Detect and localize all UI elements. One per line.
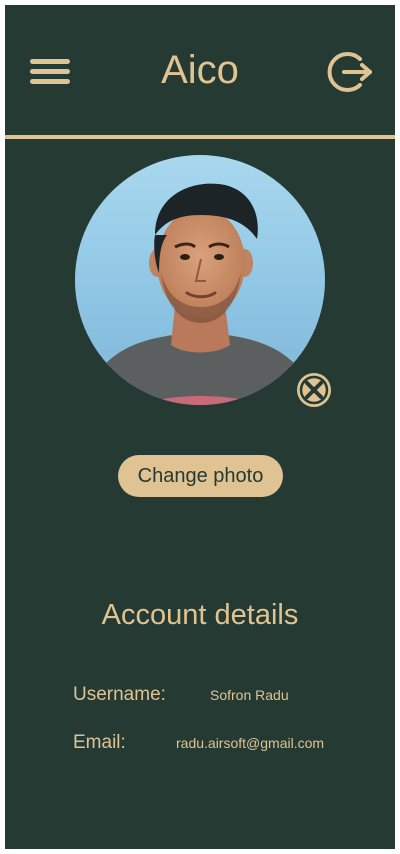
profile-photo — [75, 155, 325, 405]
logout-icon[interactable] — [327, 49, 373, 95]
app-screen: Aico Change photo Account details Userna… — [5, 5, 395, 849]
email-label: Email: — [73, 732, 126, 753]
email-value: radu.airsoft@gmail.com — [176, 735, 325, 751]
change-photo-button[interactable]: Change photo — [118, 455, 283, 497]
username-label: Username: — [73, 684, 166, 705]
hamburger-menu-icon[interactable] — [30, 55, 70, 87]
top-bar: Aico — [5, 5, 395, 135]
remove-photo-icon[interactable] — [296, 372, 332, 408]
header-divider — [5, 135, 395, 139]
account-details-title: Account details — [101, 599, 299, 631]
username-value: Sofron Radu — [210, 687, 289, 703]
